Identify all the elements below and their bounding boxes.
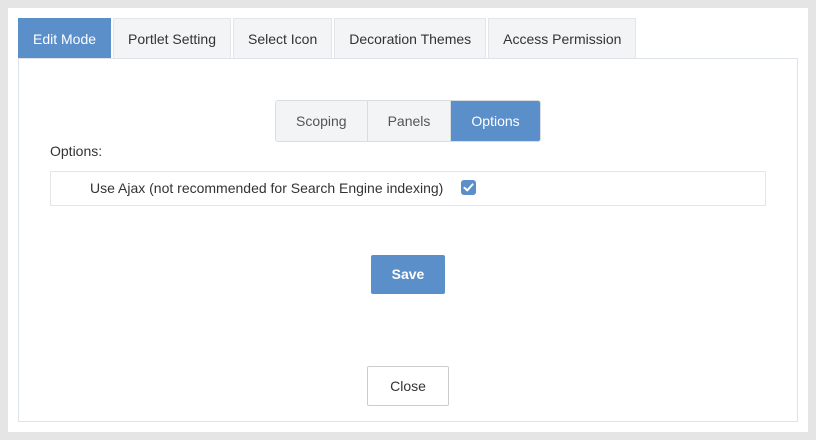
option-row-use-ajax: Use Ajax (not recommended for Search Eng… xyxy=(50,171,766,206)
close-button[interactable]: Close xyxy=(367,366,449,406)
subtab-options[interactable]: Options xyxy=(451,101,540,141)
tab-portlet-setting[interactable]: Portlet Setting xyxy=(113,18,231,58)
edit-mode-subtabs: Scoping Panels Options xyxy=(275,100,541,142)
portlet-settings-dialog: Edit Mode Portlet Setting Select Icon De… xyxy=(8,8,808,432)
subtab-scoping[interactable]: Scoping xyxy=(276,101,368,141)
subtab-panels[interactable]: Panels xyxy=(367,101,452,141)
main-tabs: Edit Mode Portlet Setting Select Icon De… xyxy=(18,18,638,58)
tab-edit-mode[interactable]: Edit Mode xyxy=(18,18,112,58)
use-ajax-checkbox[interactable] xyxy=(461,180,476,195)
save-button[interactable]: Save xyxy=(371,255,445,294)
tab-access-permission[interactable]: Access Permission xyxy=(488,18,637,58)
edit-mode-panel: Scoping Panels Options Options: Use Ajax… xyxy=(18,58,798,422)
options-heading: Options: xyxy=(50,143,103,159)
check-icon xyxy=(463,183,474,192)
tab-decoration-themes[interactable]: Decoration Themes xyxy=(334,18,487,58)
tab-select-icon[interactable]: Select Icon xyxy=(232,18,333,58)
use-ajax-label: Use Ajax (not recommended for Search Eng… xyxy=(90,180,444,196)
